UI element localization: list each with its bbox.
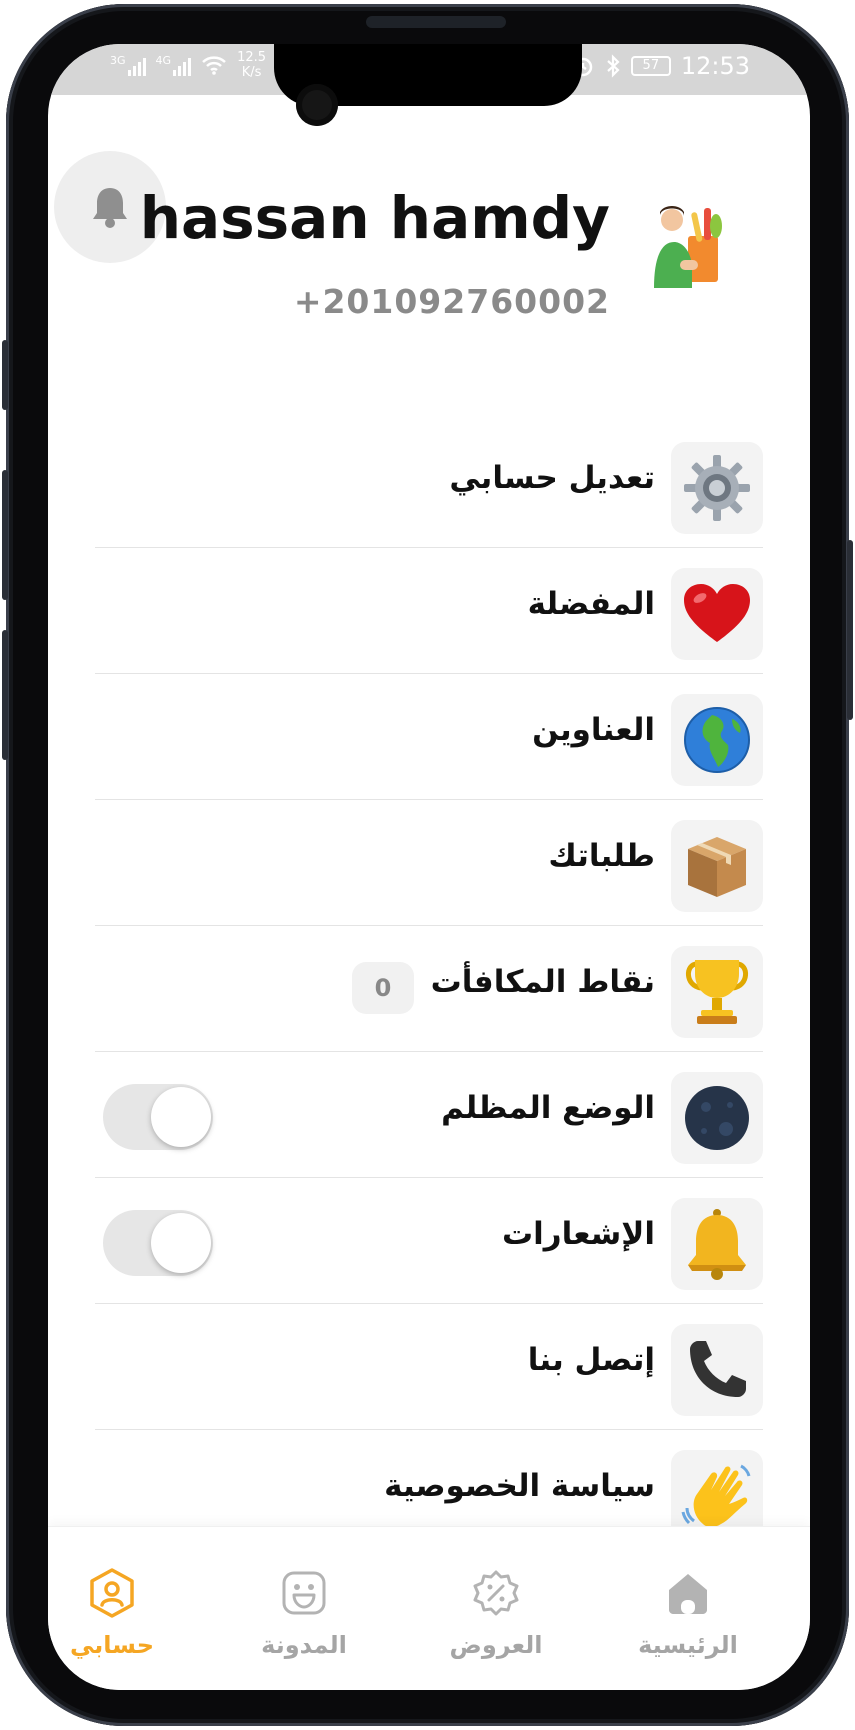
tab-blog[interactable]: المدونة bbox=[234, 1565, 374, 1659]
waving-hand-icon bbox=[681, 1464, 751, 1527]
menu-item-addresses[interactable]: العناوين bbox=[95, 674, 763, 800]
tab-label: الرئيسية bbox=[638, 1631, 738, 1659]
menu-item-edit-account[interactable]: تعديل حسابي bbox=[95, 422, 763, 548]
menu-item-dark-mode: الوضع المظلم bbox=[95, 1052, 763, 1178]
icon-box bbox=[671, 1324, 763, 1416]
front-camera bbox=[296, 84, 338, 126]
menu-item-favorites[interactable]: المفضلة bbox=[95, 548, 763, 674]
heart-icon bbox=[684, 584, 750, 642]
menu-item-label: العناوين bbox=[532, 712, 655, 748]
discount-icon bbox=[473, 1570, 519, 1616]
menu-item-label: الوضع المظلم bbox=[441, 1090, 655, 1126]
icon-box bbox=[671, 820, 763, 912]
icon-box bbox=[671, 694, 763, 786]
points-badge: 0 bbox=[352, 962, 414, 1014]
home-icon bbox=[669, 1574, 707, 1614]
moon-icon bbox=[685, 1086, 749, 1150]
network-type-label: 4G bbox=[155, 54, 172, 67]
bottom-tab-bar: الرئيسية العروض المدونة حسابي bbox=[48, 1526, 810, 1690]
phone-icon bbox=[690, 1341, 746, 1397]
bell-icon bbox=[688, 1209, 746, 1280]
side-button bbox=[847, 540, 853, 720]
tab-label: العروض bbox=[449, 1631, 543, 1659]
network-speed: 12.5 K/s bbox=[237, 50, 266, 80]
trophy-icon bbox=[686, 960, 748, 1024]
avatar bbox=[654, 206, 722, 288]
dark-mode-toggle[interactable] bbox=[103, 1084, 213, 1150]
icon-box bbox=[671, 442, 763, 534]
tab-my-account[interactable]: حسابي bbox=[48, 1565, 182, 1659]
account-menu: تعديل حسابي المفضلة العناوين طلباتك نقاط… bbox=[95, 422, 763, 1556]
menu-item-orders[interactable]: طلباتك bbox=[95, 800, 763, 926]
signal-strength-icon: 4G bbox=[156, 54, 192, 76]
signal-strength-icon: 3G bbox=[110, 54, 146, 76]
tab-offers[interactable]: العروض bbox=[426, 1565, 566, 1659]
tab-label: المدونة bbox=[261, 1631, 347, 1659]
side-button bbox=[2, 340, 8, 410]
icon-box bbox=[671, 1072, 763, 1164]
side-button bbox=[2, 630, 8, 760]
profile-icon bbox=[90, 1568, 134, 1618]
speed-value: 12.5 bbox=[237, 50, 267, 65]
side-button bbox=[2, 470, 8, 600]
user-name: hassan hamdy bbox=[139, 184, 610, 252]
toggle-knob bbox=[151, 1087, 211, 1147]
menu-item-label: تعديل حسابي bbox=[449, 460, 655, 496]
menu-item-label: إتصل بنا bbox=[527, 1342, 655, 1378]
toggle-knob bbox=[151, 1213, 211, 1273]
menu-item-label: سياسة الخصوصية bbox=[384, 1468, 655, 1504]
gear-icon bbox=[684, 455, 750, 521]
user-phone: +201092760002 bbox=[293, 282, 610, 321]
bell-icon bbox=[93, 188, 127, 228]
menu-item-reward-points[interactable]: نقاط المكافأت 0 bbox=[95, 926, 763, 1052]
speed-unit: K/s bbox=[241, 65, 262, 80]
menu-item-label: نقاط المكافأت bbox=[430, 964, 655, 1000]
notifications-toggle[interactable] bbox=[103, 1210, 213, 1276]
package-icon bbox=[688, 837, 746, 897]
icon-box bbox=[671, 946, 763, 1038]
blog-smile-icon bbox=[282, 1571, 326, 1615]
clock: 12:53 bbox=[680, 52, 750, 80]
menu-item-label: المفضلة bbox=[527, 586, 655, 622]
menu-item-label: الإشعارات bbox=[502, 1216, 655, 1252]
network-type-label: 3G bbox=[110, 54, 126, 67]
bluetooth-icon bbox=[607, 54, 620, 78]
wifi-icon bbox=[202, 56, 226, 75]
tab-label: حسابي bbox=[69, 1631, 155, 1659]
menu-item-contact-us[interactable]: إتصل بنا bbox=[95, 1304, 763, 1430]
icon-box bbox=[671, 568, 763, 660]
earpiece-speaker bbox=[366, 16, 506, 28]
tab-home[interactable]: الرئيسية bbox=[618, 1565, 758, 1659]
icon-box bbox=[671, 1198, 763, 1290]
globe-icon bbox=[684, 707, 750, 773]
battery-icon: 57 bbox=[630, 56, 671, 76]
menu-item-label: طلباتك bbox=[548, 838, 655, 874]
menu-item-notifications: الإشعارات bbox=[95, 1178, 763, 1304]
app-screen: 3G 4G 12.5 K/s 57 12:53 hassan hamdy +20… bbox=[48, 44, 810, 1690]
